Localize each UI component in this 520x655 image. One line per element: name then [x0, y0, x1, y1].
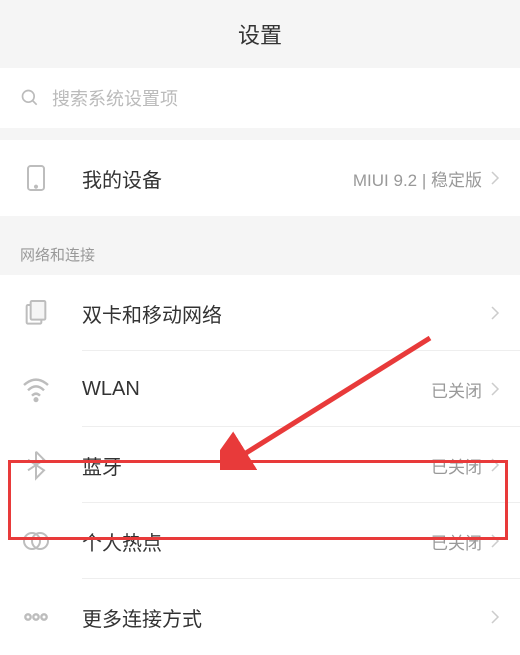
item-value: MIUI 9.2 | 稳定版 — [353, 166, 482, 191]
search-icon — [20, 88, 40, 108]
item-value: 已关闭 — [431, 453, 482, 478]
list-item-wlan[interactable]: WLAN 已关闭 — [0, 351, 520, 427]
search-bar[interactable]: 搜索系统设置项 — [0, 68, 520, 128]
header: 设置 — [0, 0, 520, 68]
item-label: 更多连接方式 — [82, 603, 482, 632]
item-label: 我的设备 — [82, 164, 353, 193]
list-item-bluetooth[interactable]: 蓝牙 已关闭 — [0, 427, 520, 503]
item-label: 双卡和移动网络 — [82, 299, 482, 328]
chevron-right-icon — [490, 457, 500, 473]
list-item-dual-sim[interactable]: 双卡和移动网络 — [0, 275, 520, 351]
bluetooth-icon — [20, 449, 52, 481]
item-label: 个人热点 — [82, 527, 431, 556]
list-item-more-connections[interactable]: 更多连接方式 — [0, 579, 520, 655]
section-network: 双卡和移动网络 WLAN 已关闭 — [0, 275, 520, 655]
wifi-icon — [20, 373, 52, 405]
device-icon — [20, 162, 52, 194]
chevron-right-icon — [490, 609, 500, 625]
search-placeholder: 搜索系统设置项 — [52, 85, 178, 111]
sim-icon — [20, 297, 52, 329]
chevron-right-icon — [490, 381, 500, 397]
item-value: 已关闭 — [431, 529, 482, 554]
chevron-right-icon — [490, 170, 500, 186]
item-value: 已关闭 — [431, 377, 482, 402]
hotspot-icon — [20, 525, 52, 557]
chevron-right-icon — [490, 305, 500, 321]
item-label: WLAN — [82, 378, 431, 401]
page-title: 设置 — [238, 18, 282, 50]
item-label: 蓝牙 — [82, 451, 431, 480]
section-header-network: 网络和连接 — [0, 228, 520, 275]
list-item-my-device[interactable]: 我的设备 MIUI 9.2 | 稳定版 — [0, 140, 520, 216]
section-device: 我的设备 MIUI 9.2 | 稳定版 — [0, 140, 520, 216]
list-item-hotspot[interactable]: 个人热点 已关闭 — [0, 503, 520, 579]
chevron-right-icon — [490, 533, 500, 549]
